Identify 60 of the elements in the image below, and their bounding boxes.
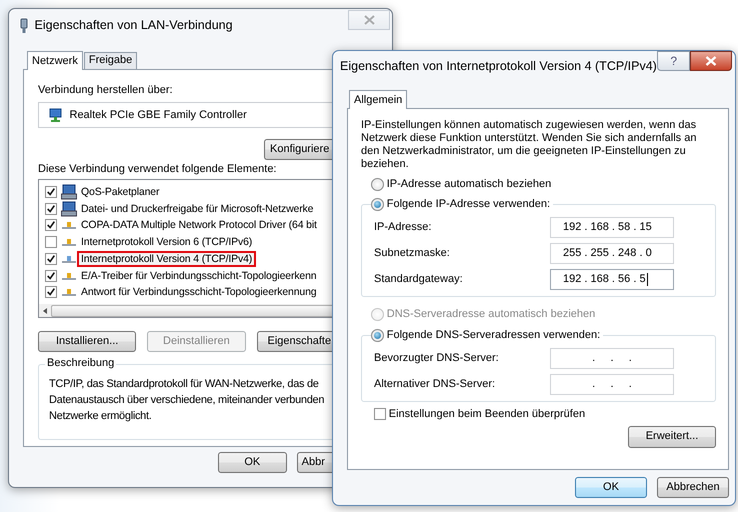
cancel-button[interactable]: Abbr [296, 452, 332, 473]
intro-text: IP-Einstellungen können automatisch zugewiesen werden, wenn das Netzwerk diese Funktion unterstützt. Wenden Sie sich andernfalls an den Netzwerkadministrator, um die geeigneten IP-Einstellungen zu beziehen. [361, 119, 698, 171]
list-item[interactable]: Internetprotokoll Version 6 (TCP/IPv6) [77, 234, 256, 250]
horizontal-scrollbar[interactable] [39, 304, 332, 318]
window-title: Eigenschaften von Internetprotokoll Version 4 (TCP/IPv4) [340, 59, 657, 74]
group-legend: Beschreibung [45, 357, 116, 371]
ip-address-field[interactable]: 192 . 168 . 58 . 15 [550, 217, 674, 238]
radio-button[interactable] [371, 198, 384, 212]
close-icon [364, 14, 374, 24]
cancel-button[interactable]: Abbrechen [657, 477, 729, 498]
close-icon [705, 56, 718, 66]
radio-label: DNS-Serveradresse automatisch beziehen [386, 308, 596, 322]
field-label: Standardgateway: [374, 273, 464, 286]
checkbox[interactable] [45, 219, 57, 232]
dialog-button: Deinstallieren [147, 331, 246, 352]
adapter-name: Realtek PCIe GBE Family Controller [70, 108, 247, 122]
description-text: TCP/IP, das Standardprotokoll für WAN-Netzwerke, das de Datenaustausch über verschiedene, miteinander verbunden Netzwerke ermöglicht. [49, 377, 324, 424]
computer-icon [61, 184, 77, 200]
field-label: Alternativer DNS-Server: [374, 378, 496, 391]
ip-address-field[interactable]: . . . [550, 374, 674, 395]
ok-button[interactable]: OK [575, 477, 647, 498]
list-item[interactable]: E/A-Treiber für Verbindungsschicht-Topologieerkenn [77, 268, 320, 284]
radio-button[interactable] [371, 328, 384, 342]
section-label: Verbindung herstellen über: [38, 84, 173, 98]
ip-address-field[interactable]: 255 . 255 . 248 . 0 [550, 243, 674, 264]
list-item[interactable]: Datei- und Druckerfreigabe für Microsoft-Netzwerke [77, 200, 318, 216]
checkbox[interactable] [45, 270, 57, 282]
network-cable-icon [19, 18, 29, 34]
list-item[interactable]: QoS-Paketplaner [77, 184, 164, 200]
dialog-button[interactable]: Eigenschafte [256, 331, 332, 352]
checkbox[interactable] [374, 408, 386, 420]
checkbox[interactable] [45, 286, 57, 298]
checkbox[interactable] [45, 236, 57, 248]
checkbox[interactable] [45, 202, 57, 214]
checkbox[interactable] [45, 186, 57, 198]
radio-label[interactable]: IP-Adresse automatisch beziehen [386, 178, 552, 192]
field-label: Bevorzugter DNS-Server: [374, 352, 500, 365]
help-button[interactable]: ? [656, 51, 690, 71]
advanced-button[interactable]: Erweitert... [628, 426, 716, 448]
close-button[interactable] [690, 51, 732, 71]
radio-button[interactable] [371, 178, 384, 192]
ip-address-field[interactable]: 192 . 168 . 56 . 5 [550, 269, 674, 290]
dialog-button[interactable]: Installieren... [38, 331, 136, 352]
checkbox-label[interactable]: Einstellungen beim Beenden überprüfen [388, 408, 586, 421]
tab[interactable]: Netzwerk [27, 51, 83, 70]
list-item[interactable]: Antwort für Verbindungsschicht-Topologieerkennung [77, 284, 320, 300]
section-label: Diese Verbindung verwendet folgende Elemente: [38, 163, 276, 176]
list-item[interactable]: Internetprotokoll Version 4 (TCP/IPv4) [77, 250, 256, 267]
ip-address-field[interactable]: . . . [550, 348, 674, 369]
tab[interactable]: Freigabe [84, 52, 138, 69]
field-label: Subnetzmaske: [374, 247, 451, 260]
field-label: IP-Adresse: [374, 221, 432, 234]
configure-button[interactable]: Konfiguriere [264, 139, 332, 160]
checkbox[interactable] [45, 252, 57, 265]
tab[interactable]: Allgemein [349, 90, 408, 109]
ok-button[interactable]: OK [218, 452, 287, 473]
list-item[interactable]: COPA-DATA Multiple Network Protocol Driver (64 bit [77, 217, 321, 234]
network-adapter-icon [48, 107, 64, 124]
computer-icon [61, 200, 77, 216]
window-title: Eigenschaften von LAN-Verbindung [34, 18, 233, 33]
